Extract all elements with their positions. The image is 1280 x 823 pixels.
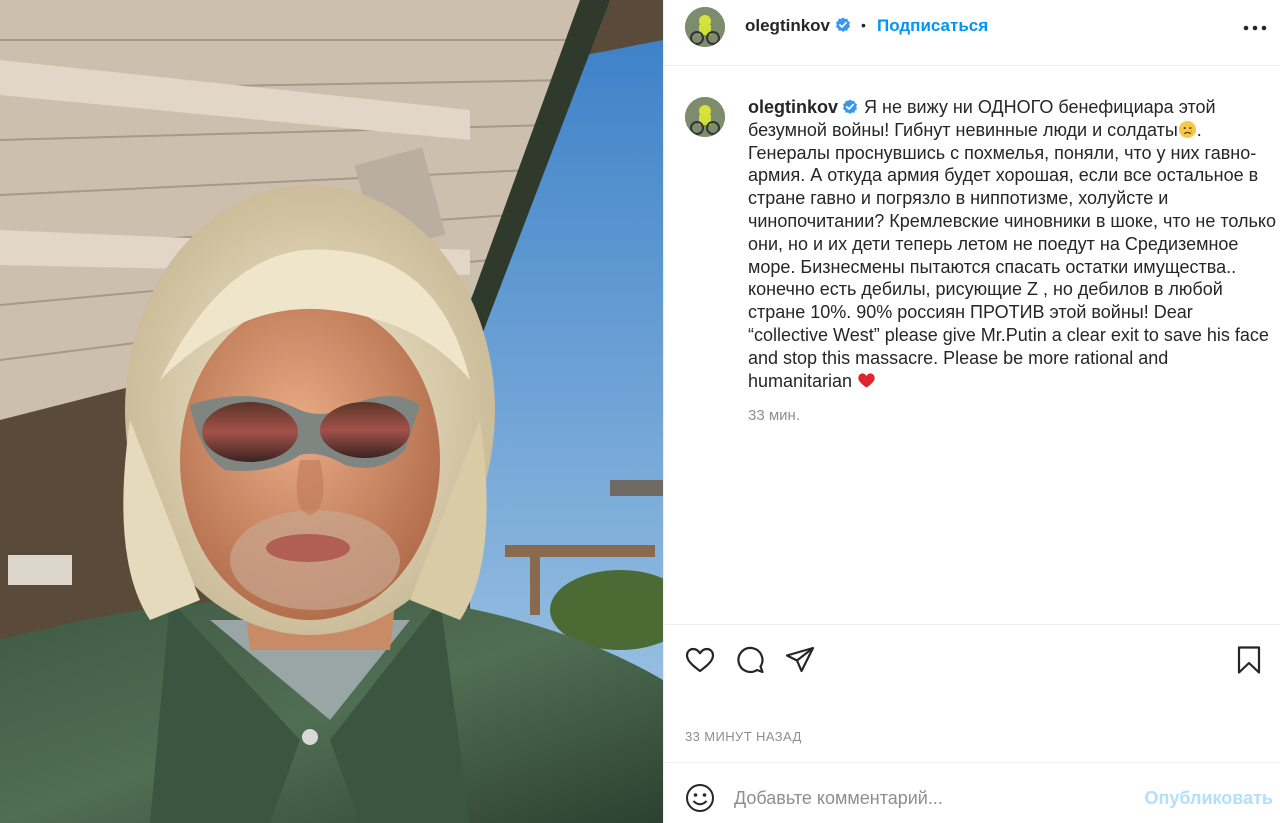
post-actions: 33 МИНУТ НАЗАД <box>664 624 1280 762</box>
post-caption-area: olegtinkov Я не вижу ни ОДНОГО бенефициар… <box>664 67 1280 624</box>
header-separator: • <box>861 17 866 33</box>
smiley-icon[interactable] <box>684 782 716 814</box>
author-username[interactable]: olegtinkov <box>745 16 851 36</box>
comment-input[interactable] <box>734 783 1134 813</box>
red-heart-emoji-icon <box>857 371 876 390</box>
caption-relative-time: 33 мин. <box>748 407 800 424</box>
caption-author-avatar[interactable] <box>685 97 725 137</box>
send-icon[interactable] <box>784 644 816 676</box>
caption-text-part2: . Генералы проснувшись с похмелья, понял… <box>748 119 1276 391</box>
post-side-panel: olegtinkov • Подписаться olegtinkov Я не … <box>663 0 1280 823</box>
comment-icon[interactable] <box>734 644 766 676</box>
instagram-post: olegtinkov • Подписаться olegtinkov Я не … <box>0 0 1280 823</box>
crying-face-emoji-icon <box>1178 120 1197 139</box>
heart-icon[interactable] <box>684 644 716 676</box>
selfie-image <box>0 0 663 823</box>
caption-username[interactable]: olegtinkov <box>748 97 838 117</box>
follow-button[interactable]: Подписаться <box>877 16 988 36</box>
post-photo[interactable] <box>0 0 663 823</box>
author-avatar[interactable] <box>685 7 725 47</box>
post-header: olegtinkov • Подписаться <box>664 0 1280 66</box>
verified-badge-icon <box>842 99 858 115</box>
publish-comment-button[interactable]: Опубликовать <box>1144 788 1273 809</box>
more-horizontal-icon[interactable] <box>1241 18 1269 38</box>
verified-badge-icon <box>835 17 851 33</box>
bookmark-icon[interactable] <box>1233 644 1265 676</box>
post-timestamp[interactable]: 33 МИНУТ НАЗАД <box>685 729 802 744</box>
caption-text: olegtinkov Я не вижу ни ОДНОГО бенефициар… <box>748 96 1276 392</box>
add-comment-bar: Опубликовать <box>664 762 1280 823</box>
